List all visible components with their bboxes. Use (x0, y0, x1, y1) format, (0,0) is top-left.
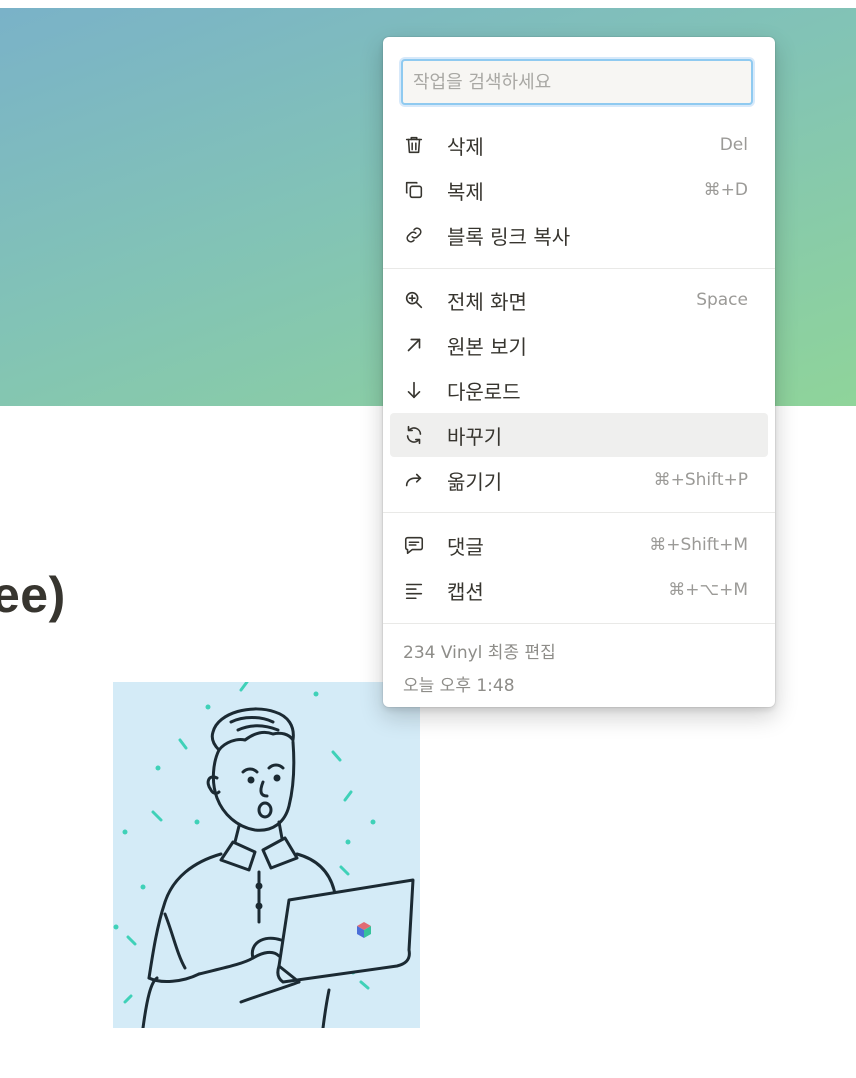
person-with-laptop-illustration[interactable] (113, 682, 420, 1028)
menu-item-shortcut: ⌘+⌥+M (668, 580, 748, 600)
menu-item-caption[interactable]: 캡션 ⌘+⌥+M (390, 568, 768, 612)
last-edited-time: 오늘 오후 1:48 (403, 676, 515, 696)
action-search-input[interactable] (401, 59, 753, 105)
menu-item-duplicate[interactable]: 복제 ⌘+D (390, 168, 768, 212)
menu-item-label: 원본 보기 (447, 334, 527, 359)
menu-item-fullscreen[interactable]: 전체 화면 Space (390, 278, 768, 322)
menu-item-comment[interactable]: 댓글 ⌘+Shift+M (390, 523, 768, 567)
menu-item-shortcut: ⌘+Shift+P (653, 470, 748, 490)
menu-item-shortcut: ⌘+Shift+M (649, 535, 748, 555)
arrow-up-right-icon (403, 333, 435, 357)
move-arrow-icon (403, 468, 435, 492)
menu-item-shortcut: Del (719, 135, 748, 155)
menu-item-label: 삭제 (447, 134, 484, 159)
menu-item-label: 댓글 (447, 534, 484, 559)
menu-divider (383, 268, 775, 269)
menu-item-replace[interactable]: 바꾸기 (390, 413, 768, 457)
copy-icon (403, 178, 435, 202)
comment-icon (403, 533, 435, 557)
menu-item-download[interactable]: 다운로드 (390, 368, 768, 412)
arrow-down-icon (403, 378, 435, 402)
menu-item-label: 복제 (447, 179, 484, 204)
caption-icon (403, 578, 435, 602)
menu-item-shortcut: ⌘+D (703, 180, 748, 200)
block-actions-menu: 삭제 Del 복제 ⌘+D 블록 링크 복사 전체 화면 Space 원본 보기… (383, 37, 775, 707)
menu-item-shortcut: Space (696, 290, 748, 310)
menu-item-label: 전체 화면 (447, 289, 527, 314)
last-edited-by: 234 Vinyl 최종 편집 (403, 643, 556, 663)
link-icon (403, 223, 435, 247)
menu-item-label: 옮기기 (447, 469, 503, 494)
menu-item-label: 캡션 (447, 579, 484, 604)
menu-item-delete[interactable]: 삭제 Del (390, 123, 768, 167)
menu-item-label: 바꾸기 (447, 424, 503, 449)
refresh-icon (403, 423, 435, 447)
menu-item-view-original[interactable]: 원본 보기 (390, 323, 768, 367)
menu-item-move[interactable]: 옮기기 ⌘+Shift+P (390, 458, 768, 502)
search-field-wrapper (401, 59, 753, 105)
trash-icon (403, 133, 435, 157)
menu-item-label: 다운로드 (447, 379, 521, 404)
zoom-in-icon (403, 288, 435, 312)
menu-item-copy-link[interactable]: 블록 링크 복사 (390, 213, 768, 257)
menu-item-label: 블록 링크 복사 (447, 224, 571, 249)
menu-divider (383, 512, 775, 513)
menu-divider (383, 623, 775, 624)
page-title[interactable]: ee) (0, 566, 66, 624)
